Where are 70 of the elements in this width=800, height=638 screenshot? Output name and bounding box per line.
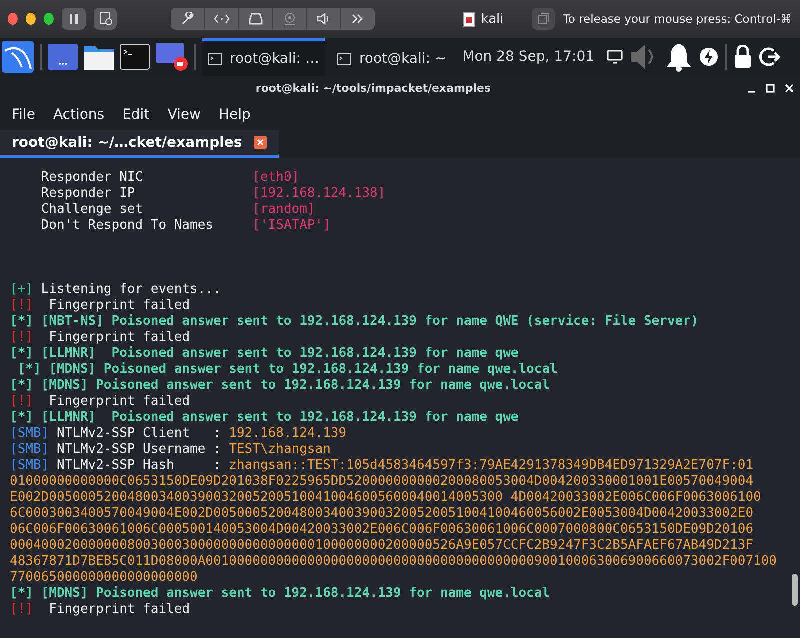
screen-recorder-icon[interactable] [156, 43, 188, 71]
bell-icon[interactable] [664, 42, 693, 72]
menu-item[interactable]: File [4, 105, 44, 125]
terminal-line: [*] [NBT-NS] Poisoned answer sent to 192.168.124.139 for name QWE (service: File Server) [10, 314, 699, 330]
terminal-line: 01000000000000C0653150DE09D201038F0225965DD520000000000200080053004D004200330001001E00570049004 [10, 474, 754, 490]
terminal-line: 6C0003003400570049004E002D00500052004800340039003200520051004100460056002E0053004D00420033002E0 [10, 506, 754, 522]
close-icon [785, 84, 794, 92]
terminal-line: E002D0050005200480034003900320052005100410046005600040014005300 4D00420033002E006C006F0063006100 [10, 490, 762, 506]
terminal-line: [!] Fingerprint failed [10, 394, 190, 410]
power-manager-icon[interactable] [698, 47, 719, 67]
terminal-line: [*] [LLMNR] Poisoned answer sent to 192.168.124.139 for name qwe [10, 410, 519, 426]
menu-item[interactable]: Actions [45, 105, 113, 125]
minimize-icon [747, 90, 756, 92]
terminal-line: Challenge set [random] [40, 202, 316, 218]
taskbar-window-button[interactable]: root@kali: ~ [331, 38, 453, 76]
lock-icon[interactable] [732, 45, 753, 69]
vm-title: kali [481, 12, 504, 26]
folder-icon[interactable] [84, 44, 114, 70]
windows-icon [538, 13, 550, 25]
terminal-app-icon[interactable] [120, 44, 150, 70]
terminal-line: 000400020000000800300030000000000000000100000000200000526A9E057CCFC2B9247F3C2B5AFAEF67AB49D213F [10, 538, 754, 554]
display-icon[interactable] [606, 50, 623, 64]
terminal-line: [*] [MDNS] Poisoned answer sent to 192.168.124.139 for name qwe.local [10, 586, 550, 602]
terminal-line: [SMB] NTLMv2-SSP Username : TEST\zhangsan [10, 442, 331, 458]
terminal-line: [SMB] NTLMv2-SSP Client : 192.168.124.139 [10, 426, 347, 442]
webcam-icon [282, 12, 297, 26]
terminal-line: [*] [LLMNR] Poisoned answer sent to 192.168.124.139 for name qwe [10, 346, 519, 362]
snapshot-icon [98, 12, 112, 26]
close-icon[interactable] [254, 136, 268, 149]
terminal-line: [!] Fingerprint failed [10, 602, 190, 618]
speaker-icon [316, 13, 331, 25]
pause-icon [68, 13, 79, 25]
pause-button[interactable] [62, 8, 86, 30]
drive-icon [248, 13, 263, 25]
terminal-line: [+] Listening for events... [10, 282, 222, 298]
logout-icon[interactable] [758, 46, 781, 68]
terminal-line: 06C006F00630061006C000500140053004D00420033002E006C006F00630061006C0007000800C0653150DE09D20106 [10, 522, 754, 538]
terminal-line: [SMB] NTLMv2-SSP Hash : zhangsan::TEST:105d4583464597f3:79AE4291378349DB4ED971329A2E707F:01 [10, 458, 754, 474]
terminal-line: [!] Fingerprint failed [10, 330, 190, 346]
terminal-line: [*] [MDNS] Poisoned answer sent to 192.168.124.139 for name qwe.local [10, 378, 550, 394]
document-icon [463, 12, 476, 26]
terminal-line: Responder NIC [eth0] [40, 170, 300, 186]
terminal-line: 770065000000000000000000 [10, 570, 198, 586]
scrollbar-thumb[interactable] [792, 574, 798, 606]
close-button[interactable] [785, 84, 794, 92]
wrench-icon [180, 12, 195, 26]
terminal-line: Responder IP [192.168.124.138] [40, 186, 386, 202]
terminal-line: 48367871D7BEB5C011D08000A001000000000000000000000000000000000000000900100063006900660073002F007100 [10, 554, 778, 570]
window-button[interactable] [532, 8, 556, 30]
clock: Mon 28 Sep, 17:01 [462, 49, 595, 65]
terminal-icon [208, 52, 222, 64]
taskbar-window-button[interactable]: root@kali: … [202, 38, 326, 76]
menu-item[interactable]: View [160, 105, 209, 125]
terminal-tab[interactable]: root@kali: ~/…cket/examples [0, 130, 280, 158]
dragon-logo-icon[interactable] [2, 41, 34, 73]
zoom-button[interactable] [44, 13, 54, 25]
mouse-release-hint: To release your mouse press: Control-⌘ [563, 12, 792, 26]
terminal-line: Don't Respond To Names ['ISATAP'] [40, 218, 331, 234]
window-title: root@kali: ~/tools/impacket/examples [254, 82, 492, 94]
maximize-icon [766, 84, 775, 92]
terminal-line: [!] Fingerprint failed [10, 298, 190, 314]
snapshot-button[interactable] [94, 8, 118, 30]
code-arrows-icon [214, 14, 230, 24]
menu-item[interactable]: Edit [114, 105, 158, 125]
minimize-button[interactable] [26, 13, 36, 25]
maximize-button[interactable] [766, 84, 775, 92]
terminal-icon [337, 52, 352, 64]
menu-item[interactable]: Help [210, 105, 259, 125]
terminal-line: [*] [MDNS] Poisoned answer sent to 192.168.124.139 for name qwe.local [16, 362, 558, 378]
chevrons-icon [352, 14, 364, 24]
